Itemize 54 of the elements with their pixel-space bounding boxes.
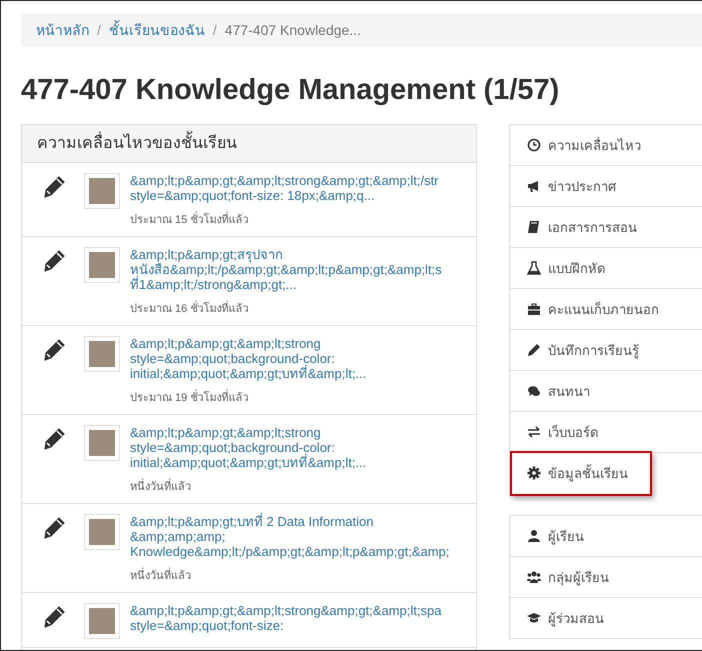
activity-time: หนึ่งวันที่แล้ว: [130, 477, 366, 495]
nav-item[interactable]: แบบฝึกหัด: [510, 248, 702, 289]
nav-item[interactable]: ความเคลื่อนไหว: [510, 125, 702, 166]
nav-item[interactable]: ข้อมูลชั้นเรียน: [510, 451, 652, 496]
nav-item[interactable]: บันทึกการเรียนรู้: [510, 330, 702, 371]
activity-time: ประมาณ 19 ชั่วโมงที่แล้ว: [130, 388, 366, 406]
avatar-thumbnail: [84, 603, 120, 639]
activity-link[interactable]: &amp;lt;p&amp;gt;สรุปจาก หนังสือ&amp;lt;/p&amp;gt;&amp;lt;p&amp;gt;&amp;lt;s ที่1&amp;lt;/strong&amp;gt;...: [130, 247, 442, 292]
activity-link[interactable]: &amp;lt;p&amp;gt;&amp;lt;strong&amp;gt;&amp;lt;/str style=&amp;quot;font-size: 18px;&amp;q...: [130, 173, 439, 203]
nav-item[interactable]: เอกสารการสอน: [510, 207, 702, 248]
briefcase-icon: [527, 302, 541, 316]
nav-item[interactable]: ผู้ร่วมสอน: [510, 598, 702, 639]
clock-icon: [527, 138, 541, 152]
activity-link[interactable]: &amp;lt;p&amp;gt;&amp;lt;strong style=&amp;quot;background-color: initial;&amp;quot;&amp;gt;บทที่&amp;lt;...: [130, 336, 366, 381]
nav-item[interactable]: ผู้เรียน: [510, 516, 702, 557]
user-icon: [527, 529, 541, 543]
users-icon: [527, 570, 541, 584]
activity-link[interactable]: &amp;lt;p&amp;gt;&amp;lt;strong&amp;gt;&amp;lt;spa style=&amp;quot;font-size:: [130, 603, 442, 633]
nav-item[interactable]: ข่าวประกาศ: [510, 166, 702, 207]
breadcrumb-separator: /: [212, 22, 218, 38]
pencil-icon: [42, 605, 66, 629]
avatar-thumbnail: [84, 247, 120, 283]
page-title: 477-407 Knowledge Management (1/57): [21, 73, 560, 107]
activity-time: หนึ่งวันที่แล้ว: [130, 566, 450, 584]
exchange-icon: [527, 425, 541, 439]
breadcrumb-link[interactable]: ชั้นเรียนของฉัน: [108, 19, 205, 41]
nav-item[interactable]: คะแนนเก็บภายนอก: [510, 289, 702, 330]
activity-link[interactable]: &amp;lt;p&amp;gt;บทที่ 2 Data Information &amp;amp;amp; Knowledge&amp;lt;/p&amp;gt;&amp;lt;p&amp;gt;&amp;: [130, 514, 450, 559]
nav-item[interactable]: เว็บบอร์ด: [510, 412, 702, 453]
nav-item[interactable]: สนทนา: [510, 371, 702, 412]
pencil-icon: [42, 249, 66, 273]
nav-item[interactable]: กลุ่มผู้เรียน: [510, 557, 702, 598]
breadcrumb-current[interactable]: 477-407 Knowledge...: [224, 22, 361, 38]
avatar-thumbnail: [84, 336, 120, 372]
panel-heading: ความเคลื่อนไหวของชั้นเรียน: [22, 125, 476, 163]
cap-icon: [527, 611, 541, 625]
pencil-icon: [42, 427, 66, 451]
pencil-icon: [42, 338, 66, 362]
avatar-thumbnail: [84, 173, 120, 209]
pencil-icon: [527, 343, 541, 357]
avatar-thumbnail: [84, 425, 120, 461]
comments-icon: [527, 384, 541, 398]
activity-time: ประมาณ 15 ชั่วโมงที่แล้ว: [130, 210, 439, 228]
avatar-thumbnail: [84, 514, 120, 550]
breadcrumb-separator: /: [96, 22, 102, 38]
book-icon: [527, 220, 541, 234]
flask-icon: [527, 261, 541, 275]
bullhorn-icon: [527, 179, 541, 193]
gear-icon: [527, 466, 541, 480]
activity-link[interactable]: &amp;lt;p&amp;gt;&amp;lt;strong style=&amp;quot;background-color: initial;&amp;quot;&amp;gt;บทที่&amp;lt;...: [130, 425, 366, 470]
breadcrumb-link[interactable]: หน้าหลัก: [36, 19, 89, 41]
pencil-icon: [42, 516, 66, 540]
activity-time: ประมาณ 16 ชั่วโมงที่แล้ว: [130, 299, 442, 317]
pencil-icon: [42, 175, 66, 199]
